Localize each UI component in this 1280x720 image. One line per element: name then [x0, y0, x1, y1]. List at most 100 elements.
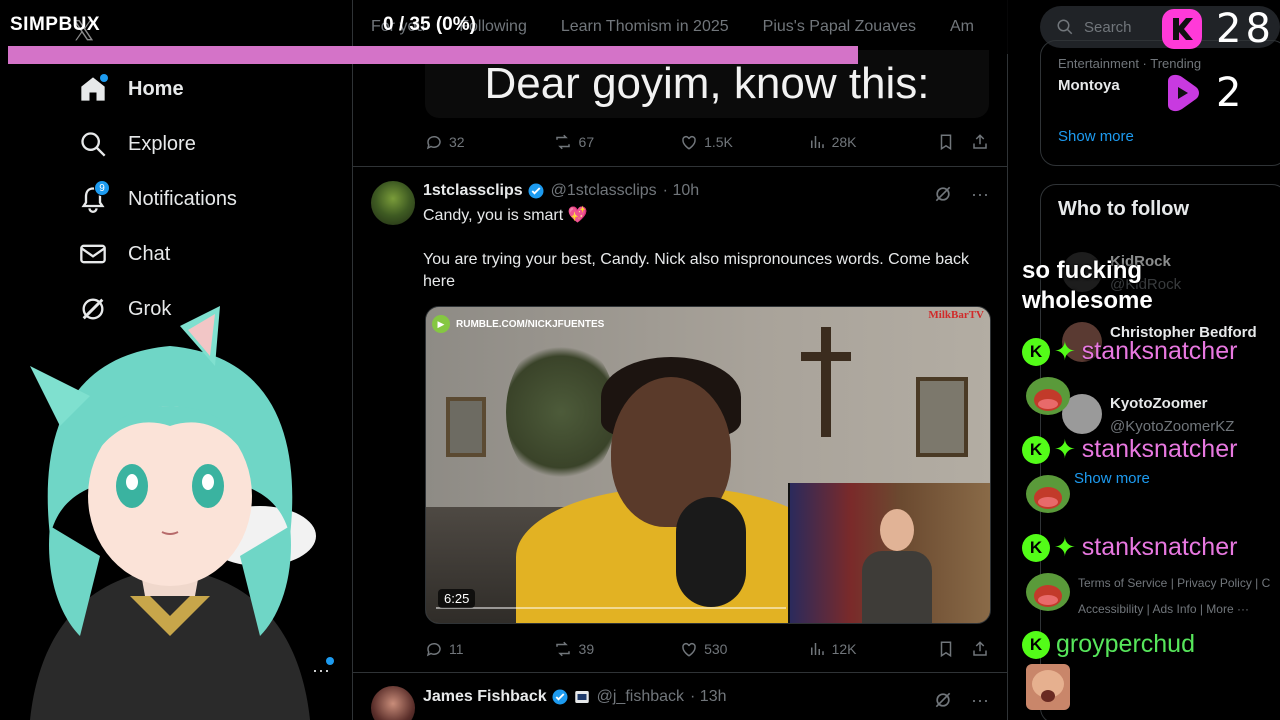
sidebar-item-explore[interactable]: Explore: [70, 122, 204, 166]
reply-icon: [426, 135, 441, 150]
like-button[interactable]: 1.5K: [680, 133, 808, 151]
repost-icon: [555, 641, 570, 657]
notification-badge: 9: [94, 180, 110, 196]
chat-username[interactable]: stanksnatcher: [1082, 435, 1238, 464]
tweet-text-body: You are trying your best, Candy. Nick al…: [423, 251, 970, 290]
reply-button[interactable]: 32: [425, 133, 553, 151]
mail-icon: [78, 239, 108, 269]
more-icon[interactable]: ···: [971, 185, 989, 203]
tweet-divider: [353, 672, 1009, 673]
trend-name[interactable]: Montoya: [1058, 77, 1120, 94]
video-scrubber[interactable]: [436, 607, 786, 609]
reply-count: 11: [449, 641, 464, 657]
like-button[interactable]: 530: [680, 640, 808, 658]
footer-links-row-1[interactable]: Terms of Service | Privacy Policy | C: [1078, 576, 1270, 590]
like-count: 1.5K: [704, 134, 733, 150]
verified-badge-icon: [528, 183, 544, 199]
kick-logo-icon: [1160, 7, 1204, 51]
view-count: 12K: [831, 641, 857, 657]
repost-button[interactable]: 39: [553, 640, 681, 658]
kick-badge-icon: K: [1022, 630, 1050, 659]
follow-name[interactable]: KyotoZoomer: [1110, 395, 1208, 412]
rumble-viewer-counter: 2: [1160, 70, 1245, 116]
pepe-emote-icon: [1026, 573, 1070, 611]
avatar[interactable]: [371, 686, 415, 720]
share-icon[interactable]: [971, 133, 995, 151]
tweet-tools: ···: [933, 184, 989, 204]
heart-icon: [682, 642, 696, 657]
kick-badge-icon: K: [1022, 435, 1050, 464]
tweet-header: James Fishback @j_fishback · 13h: [423, 688, 726, 706]
footer-links-row-2[interactable]: Accessibility | Ads Info | More ···: [1078, 602, 1249, 616]
reply-button[interactable]: 11: [425, 640, 553, 658]
show-more-link[interactable]: Show more: [1058, 128, 1134, 145]
kick-badge-icon: K: [1022, 337, 1050, 366]
show-more-link[interactable]: Show more: [1074, 470, 1150, 487]
author-name[interactable]: 1stclassclips: [423, 182, 523, 200]
video-frame-left: [446, 397, 486, 457]
author-name[interactable]: James Fishback: [423, 688, 547, 706]
media-caption: Dear goyim, know this:: [484, 59, 930, 108]
author-handle[interactable]: @1stclassclips: [551, 182, 657, 200]
chat-line: K groyperchud: [1022, 630, 1195, 659]
more-icon[interactable]: ···: [971, 691, 989, 709]
bookmark-icon[interactable]: [937, 133, 971, 151]
pepe-emote-icon: [1026, 475, 1070, 513]
chat-username[interactable]: stanksnatcher: [1082, 533, 1238, 562]
reply-icon: [426, 642, 441, 657]
repost-count: 67: [578, 134, 595, 150]
new-posts-dot: [100, 74, 108, 82]
views-icon: [810, 643, 824, 655]
repost-count: 39: [578, 641, 595, 657]
video-frame-right: [916, 377, 968, 457]
donation-goal-bar: [8, 46, 858, 64]
chat-line: K ✦ stanksnatcher: [1022, 336, 1237, 367]
sidebar-item-label: Notifications: [128, 187, 237, 210]
sidebar-item-notifications[interactable]: 9 Notifications: [70, 177, 245, 221]
face-emote-icon: [1026, 664, 1070, 710]
search-icon: [78, 129, 108, 159]
tweet-time[interactable]: · 10h: [663, 182, 699, 200]
chat-username[interactable]: groyperchud: [1056, 630, 1195, 659]
who-to-follow-title: Who to follow: [1058, 198, 1190, 220]
inset-person: [862, 503, 932, 623]
sidebar-item-label: Explore: [128, 132, 196, 155]
views-button[interactable]: 12K: [808, 640, 938, 658]
sidebar-item-chat[interactable]: Chat: [70, 232, 178, 276]
grok-explain-icon: [935, 692, 951, 708]
tweet-video[interactable]: ▶ RUMBLE.COM/NICKJFUENTES MilkBarTV 6:25: [425, 306, 991, 624]
bell-icon: 9: [78, 180, 110, 214]
video-crucifix: [821, 327, 831, 437]
tab-overflow[interactable]: Am: [950, 18, 974, 36]
avatar[interactable]: [371, 181, 415, 225]
tweet-divider: [353, 166, 1009, 167]
pepe-emote-icon: [1026, 377, 1070, 415]
author-handle[interactable]: @j_fishback: [597, 688, 684, 706]
video-plant: [506, 337, 616, 487]
sidebar-item-label: Chat: [128, 242, 171, 265]
kick-viewer-counter: 28: [1160, 6, 1275, 52]
tweet-time[interactable]: · 13h: [690, 688, 726, 706]
affiliate-badge-icon: [574, 691, 589, 703]
video-inset: [788, 483, 990, 623]
chat-line: K ✦ stanksnatcher: [1022, 434, 1237, 465]
tweet-text-line-1: Candy, you is smart 💖: [423, 207, 588, 224]
share-icon[interactable]: [971, 640, 995, 658]
grok-explain-icon: [935, 186, 951, 202]
video-source-label: ▶ RUMBLE.COM/NICKJFUENTES: [432, 315, 604, 333]
chat-username[interactable]: stanksnatcher: [1082, 337, 1238, 366]
chat-message: so fucking wholesome: [1022, 257, 1153, 314]
repost-button[interactable]: 67: [553, 133, 681, 151]
kick-badge-icon: K: [1022, 533, 1050, 562]
video-duration: 6:25: [438, 589, 476, 608]
trend-category: Entertainment · Trending: [1058, 56, 1202, 71]
sidebar-item-home[interactable]: Home: [70, 67, 192, 111]
tab-papal-zouaves[interactable]: Pius's Papal Zouaves: [763, 18, 916, 36]
diamond-badge-icon: ✦: [1054, 434, 1076, 464]
verified-badge-icon: [552, 689, 568, 705]
views-button[interactable]: 28K: [808, 133, 938, 151]
bookmark-icon[interactable]: [937, 640, 971, 658]
stream-brand: SIMPBUX: [10, 14, 101, 35]
home-icon: [78, 74, 108, 104]
tab-learn-thomism[interactable]: Learn Thomism in 2025: [561, 18, 729, 36]
